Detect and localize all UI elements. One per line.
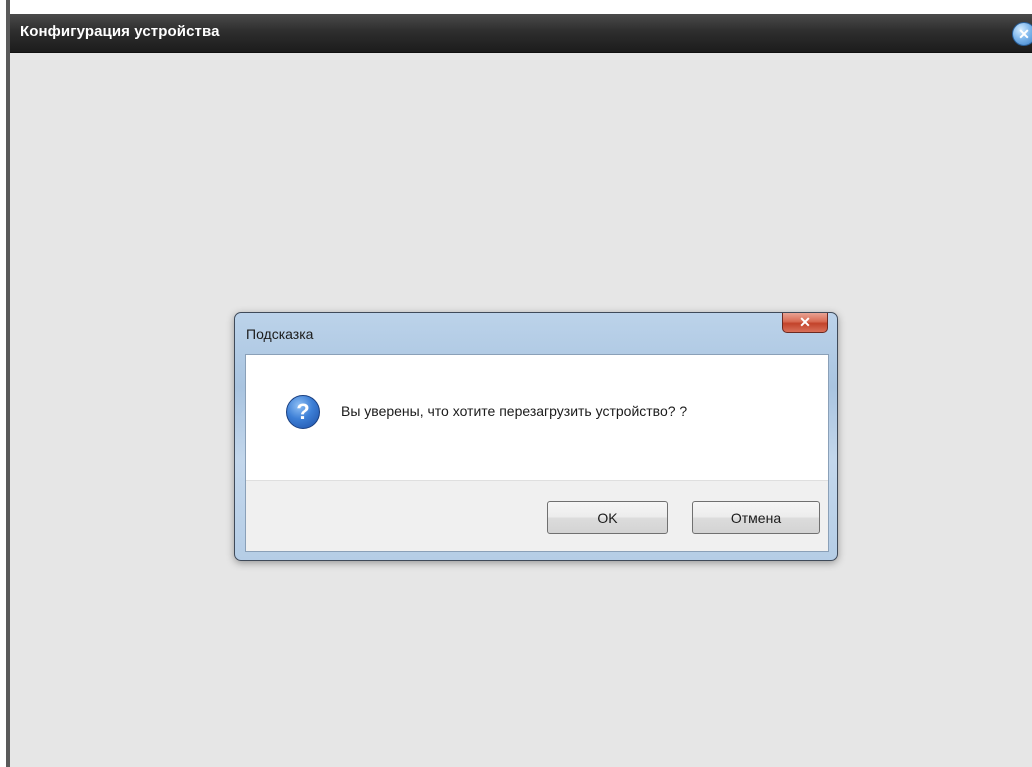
dialog-title: Подсказка [246, 326, 314, 342]
confirm-dialog: Подсказка ✕ ? Вы уверены, что хотите пер… [234, 312, 838, 561]
dialog-close-button[interactable]: ✕ [782, 313, 828, 333]
dialog-message: Вы уверены, что хотите перезагрузить уст… [341, 403, 688, 419]
question-glyph: ? [296, 399, 310, 424]
left-frame-edge [0, 0, 10, 767]
dialog-button-bar: OK Отмена [246, 480, 828, 551]
ok-button[interactable]: OK [547, 501, 668, 534]
window-titlebar: Конфигурация устройства ✕ [10, 14, 1032, 53]
close-icon: ✕ [799, 314, 811, 330]
close-icon[interactable]: ✕ [1012, 22, 1032, 46]
window-title: Конфигурация устройства [20, 23, 220, 40]
question-icon: ? [286, 395, 320, 429]
dialog-client-area: ? Вы уверены, что хотите перезагрузить у… [245, 354, 829, 552]
dialog-content: ? Вы уверены, что хотите перезагрузить у… [246, 355, 828, 480]
close-glyph: ✕ [1018, 26, 1030, 42]
cancel-button[interactable]: Отмена [692, 501, 820, 534]
